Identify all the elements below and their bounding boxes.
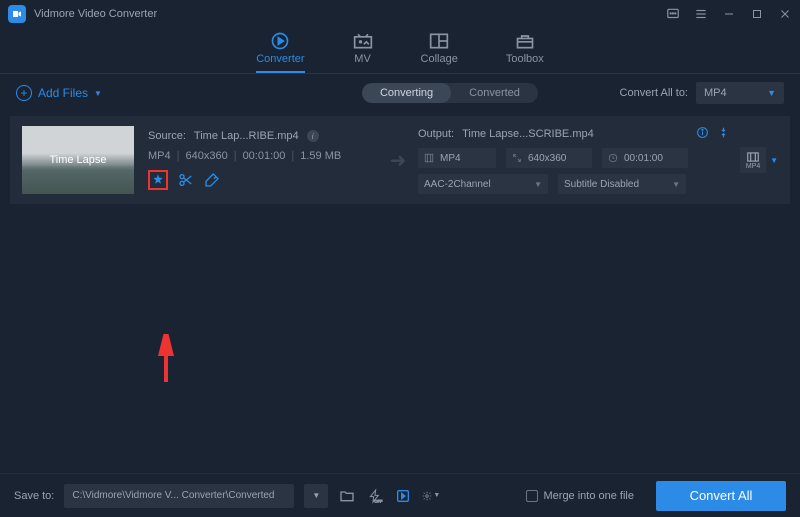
subtitle-dropdown[interactable]: Subtitle Disabled ▼ [558, 174, 686, 194]
open-folder-icon[interactable] [338, 487, 356, 505]
collage-icon [429, 32, 449, 50]
out-codec: MP4 [440, 153, 461, 164]
source-column: Source: Time Lap...RIBE.mp4 i MP4640x360… [148, 130, 378, 190]
plus-icon: + [16, 85, 32, 101]
seg-converting[interactable]: Converting [362, 83, 451, 103]
path-dropdown[interactable]: ▼ [304, 484, 328, 508]
minimize-icon[interactable] [722, 7, 736, 21]
save-path-value: C:\Vidmore\Vidmore V... Converter\Conver… [72, 490, 274, 501]
src-dur: 00:01:00 [228, 150, 286, 162]
tab-mv[interactable]: MV [353, 32, 373, 73]
converter-icon [270, 32, 290, 50]
info-icon[interactable]: i [307, 130, 319, 142]
chevron-down-icon: ▼ [767, 88, 776, 98]
save-path-field[interactable]: C:\Vidmore\Vidmore V... Converter\Conver… [64, 484, 294, 508]
source-filename: Time Lap...RIBE.mp4 [194, 130, 299, 142]
output-format-selector[interactable]: MP4 ▼ [740, 147, 778, 173]
output-filename: Time Lapse...SCRIBE.mp4 [462, 128, 594, 140]
footer-bar: Save to: C:\Vidmore\Vidmore V... Convert… [0, 473, 800, 517]
title-bar: Vidmore Video Converter [0, 0, 800, 28]
thumb-title: Time Lapse [49, 154, 106, 166]
convert-all-to: Convert All to: MP4 ▼ [620, 82, 784, 104]
src-codec: MP4 [148, 150, 171, 162]
out-res: 640x360 [528, 153, 566, 164]
checkbox-icon [526, 490, 538, 502]
tab-toolbox[interactable]: Toolbox [506, 32, 544, 73]
arrow-icon: ➜ [378, 148, 418, 173]
tab-label: Converter [256, 53, 304, 65]
add-files-label: Add Files [38, 86, 88, 100]
settings-gear-icon[interactable]: ▼ [422, 487, 440, 505]
edit-tools [148, 170, 378, 190]
audio-value: AAC-2Channel [424, 179, 491, 190]
video-thumbnail[interactable]: Time Lapse [22, 126, 134, 194]
conversion-segment: Converting Converted [362, 83, 538, 103]
hardware-accel-icon[interactable]: OFF [366, 487, 384, 505]
compress-icon[interactable] [717, 126, 730, 142]
convert-all-label: Convert All to: [620, 87, 688, 99]
expand-icon [512, 153, 522, 163]
chevron-down-icon: ▼ [672, 180, 680, 189]
out-codec-chip: MP4 [418, 148, 496, 168]
tab-collage[interactable]: Collage [421, 32, 458, 73]
source-meta: MP4640x36000:01:001.59 MB [148, 150, 378, 162]
trim-icon[interactable] [178, 172, 194, 188]
merge-checkbox[interactable]: Merge into one file [526, 490, 635, 502]
svg-text:OFF: OFF [375, 498, 384, 503]
app-title: Vidmore Video Converter [34, 8, 666, 20]
add-files-button[interactable]: + Add Files ▼ [16, 85, 102, 101]
seg-converted[interactable]: Converted [451, 83, 538, 103]
clock-icon [608, 153, 618, 163]
annotation-arrow [154, 334, 184, 384]
output-column: Output: Time Lapse...SCRIBE.mp4 MP4 640x… [418, 126, 730, 194]
format-value: MP4 [704, 87, 727, 99]
src-size: 1.59 MB [285, 150, 341, 162]
target-fmt: MP4 [746, 163, 760, 170]
format-dropdown[interactable]: MP4 ▼ [696, 82, 784, 104]
source-label: Source: [148, 130, 186, 142]
high-speed-icon[interactable] [394, 487, 412, 505]
close-icon[interactable] [778, 7, 792, 21]
film-icon [424, 153, 434, 163]
audio-dropdown[interactable]: AAC-2Channel ▼ [418, 174, 548, 194]
output-label: Output: [418, 128, 454, 140]
tab-label: Collage [421, 53, 458, 65]
enhance-icon[interactable] [204, 172, 220, 188]
output-info-icon[interactable] [696, 126, 709, 142]
save-to-label: Save to: [14, 490, 54, 502]
out-res-chip: 640x360 [506, 148, 592, 168]
tab-label: Toolbox [506, 53, 544, 65]
feedback-icon[interactable] [666, 7, 680, 21]
format-box: MP4 [740, 147, 766, 173]
out-dur: 00:01:00 [624, 153, 663, 164]
sub-toolbar: + Add Files ▼ Converting Converted Conve… [0, 74, 800, 112]
convert-all-button[interactable]: Convert All [656, 481, 786, 511]
tab-converter[interactable]: Converter [256, 32, 304, 73]
convert-all-label: Convert All [690, 488, 753, 503]
subtitle-value: Subtitle Disabled [564, 179, 639, 190]
merge-label: Merge into one file [544, 490, 635, 502]
menu-icon[interactable] [694, 7, 708, 21]
toolbox-icon [515, 32, 535, 50]
app-logo [8, 5, 26, 23]
chevron-down-icon: ▼ [94, 89, 102, 98]
mv-icon [353, 32, 373, 50]
out-dur-chip: 00:01:00 [602, 148, 688, 168]
file-item-row: Time Lapse Source: Time Lap...RIBE.mp4 i… [10, 116, 790, 204]
chevron-down-icon: ▼ [770, 156, 778, 165]
chevron-down-icon: ▼ [534, 180, 542, 189]
window-controls [666, 7, 792, 21]
edit-effects-button[interactable] [148, 170, 168, 190]
main-tabs: Converter MV Collage Toolbox [0, 28, 800, 74]
tab-label: MV [354, 53, 371, 65]
src-res: 640x360 [171, 150, 228, 162]
maximize-icon[interactable] [750, 7, 764, 21]
